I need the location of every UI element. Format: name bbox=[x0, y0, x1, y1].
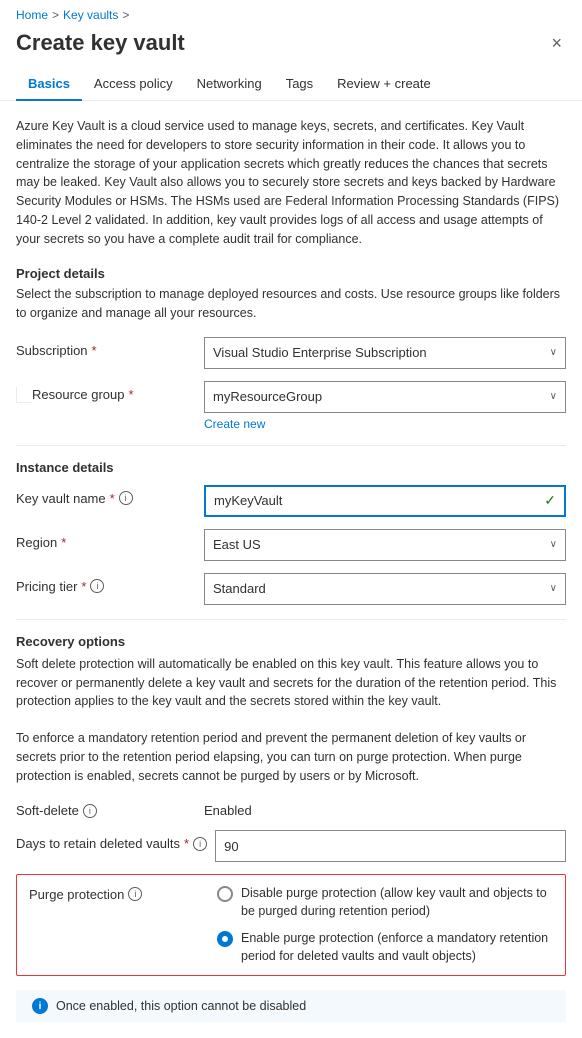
purge-radio-enable[interactable] bbox=[217, 931, 233, 947]
resource-group-label: Resource group * bbox=[32, 387, 134, 402]
resource-group-control-wrapper: myResourceGroup ∨ Create new bbox=[204, 381, 566, 431]
pricing-tier-required: * bbox=[81, 579, 86, 594]
breadcrumb-keyvaults[interactable]: Key vaults bbox=[63, 8, 118, 22]
tabs-bar: Basics Access policy Networking Tags Rev… bbox=[0, 68, 582, 101]
purge-options-col: Disable purge protection (allow key vaul… bbox=[217, 885, 553, 965]
divider-1 bbox=[16, 445, 566, 446]
page-title: Create key vault bbox=[16, 30, 185, 56]
intro-description: Azure Key Vault is a cloud service used … bbox=[16, 117, 566, 248]
tab-networking[interactable]: Networking bbox=[185, 68, 274, 101]
info-banner: i Once enabled, this option cannot be di… bbox=[16, 990, 566, 1022]
breadcrumb: Home > Key vaults > bbox=[0, 0, 582, 26]
tab-basics[interactable]: Basics bbox=[16, 68, 82, 101]
divider-2 bbox=[16, 619, 566, 620]
key-vault-name-info-icon[interactable]: i bbox=[119, 491, 133, 505]
days-retain-label: Days to retain deleted vaults * i bbox=[16, 830, 207, 851]
page-header: Create key vault × bbox=[0, 26, 582, 68]
soft-delete-info-icon[interactable]: i bbox=[83, 804, 97, 818]
purge-option-disable-label: Disable purge protection (allow key vaul… bbox=[241, 885, 553, 920]
pricing-tier-select[interactable]: Standard ∨ bbox=[204, 573, 566, 605]
pricing-tier-label: Pricing tier * i bbox=[16, 573, 196, 594]
subscription-chevron-icon: ∨ bbox=[550, 347, 557, 358]
pricing-tier-info-icon[interactable]: i bbox=[90, 579, 104, 593]
purge-protection-label: Purge protection i bbox=[29, 885, 209, 902]
key-vault-name-row: Key vault name * i myKeyVault ✓ bbox=[16, 485, 566, 517]
main-content: Azure Key Vault is a cloud service used … bbox=[0, 101, 582, 1038]
purge-protection-section: Purge protection i Disable purge protect… bbox=[16, 874, 566, 976]
pricing-tier-chevron-icon: ∨ bbox=[550, 583, 557, 594]
soft-delete-row: Soft-delete i Enabled bbox=[16, 803, 566, 818]
close-button[interactable]: × bbox=[547, 30, 566, 56]
purge-radio-disable[interactable] bbox=[217, 886, 233, 902]
days-retain-control-wrapper bbox=[215, 830, 566, 862]
key-vault-name-control-wrapper: myKeyVault ✓ bbox=[204, 485, 566, 517]
region-row: Region * East US ∨ bbox=[16, 529, 566, 561]
recovery-desc1: Soft delete protection will automaticall… bbox=[16, 655, 566, 711]
resource-group-indent: Resource group * bbox=[16, 381, 196, 403]
purge-protection-row: Purge protection i Disable purge protect… bbox=[29, 885, 553, 965]
recovery-options-title: Recovery options bbox=[16, 634, 566, 649]
region-select[interactable]: East US ∨ bbox=[204, 529, 566, 561]
project-details-desc: Select the subscription to manage deploy… bbox=[16, 285, 566, 323]
purge-option-disable[interactable]: Disable purge protection (allow key vaul… bbox=[217, 885, 553, 920]
subscription-label: Subscription * bbox=[16, 337, 196, 358]
key-vault-name-check-icon: ✓ bbox=[544, 492, 556, 509]
breadcrumb-home[interactable]: Home bbox=[16, 8, 48, 22]
subscription-control-wrapper: Visual Studio Enterprise Subscription ∨ bbox=[204, 337, 566, 369]
days-retain-info-icon[interactable]: i bbox=[193, 837, 207, 851]
days-retain-row: Days to retain deleted vaults * i bbox=[16, 830, 566, 862]
region-chevron-icon: ∨ bbox=[550, 539, 557, 550]
region-required: * bbox=[61, 535, 66, 550]
resource-group-chevron-icon: ∨ bbox=[550, 391, 557, 402]
pricing-tier-row: Pricing tier * i Standard ∨ bbox=[16, 573, 566, 605]
purge-option-enable-label: Enable purge protection (enforce a manda… bbox=[241, 930, 553, 965]
resource-group-required: * bbox=[129, 387, 134, 402]
breadcrumb-sep2: > bbox=[122, 8, 129, 22]
info-banner-text: Once enabled, this option cannot be disa… bbox=[56, 999, 306, 1013]
region-label: Region * bbox=[16, 529, 196, 550]
soft-delete-label: Soft-delete i bbox=[16, 803, 196, 818]
tab-tags[interactable]: Tags bbox=[274, 68, 325, 101]
create-new-link[interactable]: Create new bbox=[204, 417, 566, 431]
subscription-row: Subscription * Visual Studio Enterprise … bbox=[16, 337, 566, 369]
breadcrumb-sep1: > bbox=[52, 8, 59, 22]
recovery-desc2: To enforce a mandatory retention period … bbox=[16, 729, 566, 785]
indent-line bbox=[16, 387, 32, 403]
resource-group-row: Resource group * myResourceGroup ∨ Creat… bbox=[16, 381, 566, 431]
days-retain-input[interactable] bbox=[215, 830, 566, 862]
region-control-wrapper: East US ∨ bbox=[204, 529, 566, 561]
pricing-tier-control-wrapper: Standard ∨ bbox=[204, 573, 566, 605]
purge-option-enable[interactable]: Enable purge protection (enforce a manda… bbox=[217, 930, 553, 965]
days-retain-required: * bbox=[184, 836, 189, 851]
key-vault-name-required: * bbox=[110, 491, 115, 506]
soft-delete-value: Enabled bbox=[204, 803, 252, 818]
tab-review-create[interactable]: Review + create bbox=[325, 68, 443, 101]
purge-info-icon[interactable]: i bbox=[128, 887, 142, 901]
instance-details-title: Instance details bbox=[16, 460, 566, 475]
project-details-title: Project details bbox=[16, 266, 566, 281]
resource-group-select[interactable]: myResourceGroup ∨ bbox=[204, 381, 566, 413]
tab-access-policy[interactable]: Access policy bbox=[82, 68, 185, 101]
subscription-required: * bbox=[92, 343, 97, 358]
subscription-select[interactable]: Visual Studio Enterprise Subscription ∨ bbox=[204, 337, 566, 369]
info-banner-icon: i bbox=[32, 998, 48, 1014]
key-vault-name-input[interactable]: myKeyVault ✓ bbox=[204, 485, 566, 517]
key-vault-name-label: Key vault name * i bbox=[16, 485, 196, 506]
